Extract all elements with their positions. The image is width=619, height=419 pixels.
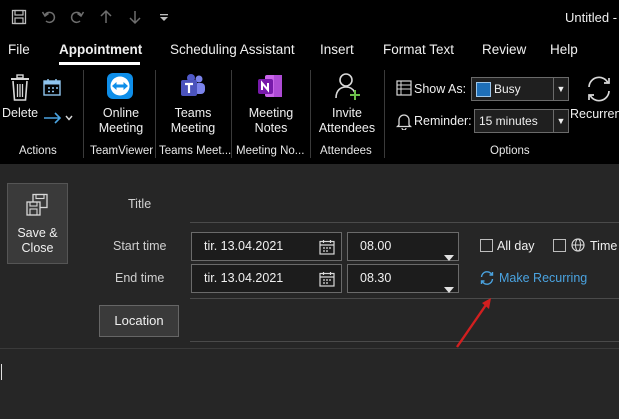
chevron-down-icon: ▼ xyxy=(553,78,568,100)
time-divider xyxy=(190,298,619,299)
start-time-value: 08.00 xyxy=(360,239,392,253)
save-close-label: Save & Close xyxy=(8,226,67,256)
group-label-teamviewer: TeamViewer xyxy=(90,145,154,157)
show-as-value: Busy xyxy=(494,82,521,96)
undo-icon[interactable] xyxy=(40,9,58,27)
title-underline xyxy=(190,222,619,223)
end-time-value: 08.30 xyxy=(360,271,392,285)
location-underline xyxy=(190,341,619,342)
end-time-dropdown[interactable]: 08.30 xyxy=(347,264,459,293)
delete-button[interactable]: Delete xyxy=(2,106,38,121)
tab-file[interactable]: File xyxy=(8,42,30,57)
reminder-value: 15 minutes xyxy=(479,114,538,128)
start-date-picker[interactable]: tir. 13.04.2021 xyxy=(191,232,342,261)
all-day-checkbox[interactable] xyxy=(480,239,493,252)
tab-format-text[interactable]: Format Text xyxy=(383,42,454,57)
group-divider xyxy=(155,70,156,158)
end-time-label: End time xyxy=(115,271,165,285)
recurrence-small-icon[interactable] xyxy=(479,270,495,289)
reminder-dropdown[interactable]: 15 minutes ▼ xyxy=(474,109,569,133)
group-divider xyxy=(310,70,311,158)
title-bar: Untitled - xyxy=(0,0,619,36)
message-body[interactable] xyxy=(0,349,619,419)
tab-help[interactable]: Help xyxy=(550,42,578,57)
busy-swatch xyxy=(476,82,491,97)
recurrence-button[interactable]: Recurrence xyxy=(570,107,619,122)
tab-review[interactable]: Review xyxy=(482,42,526,57)
save-icon[interactable] xyxy=(10,9,28,27)
teams-meeting-label-2: Meeting xyxy=(170,121,216,135)
text-cursor xyxy=(1,364,2,380)
location-input[interactable] xyxy=(190,300,619,340)
group-label-options: Options xyxy=(490,145,530,157)
all-day-label: All day xyxy=(497,239,535,253)
calendar-icon xyxy=(319,238,335,265)
group-label-notes: Meeting No... xyxy=(236,145,305,157)
reminder-label: Reminder: xyxy=(414,114,472,128)
start-date-value: tir. 13.04.2021 xyxy=(204,239,284,253)
invite-attendees-label-2: Attendees xyxy=(318,121,376,135)
ribbon-tabs: File Appointment Scheduling Assistant In… xyxy=(0,36,619,66)
forward-arrow-icon[interactable] xyxy=(43,111,75,128)
title-label: Title xyxy=(128,197,152,211)
start-time-dropdown[interactable]: 08.00 xyxy=(347,232,459,261)
arrow-up-icon[interactable] xyxy=(97,9,115,27)
arrow-down-icon[interactable] xyxy=(126,9,144,27)
teams-icon[interactable] xyxy=(179,72,207,103)
invite-attendees-button[interactable]: Invite Attendees xyxy=(316,106,378,136)
save-close-icon xyxy=(25,193,49,220)
tab-appointment[interactable]: Appointment xyxy=(59,42,142,57)
teams-meeting-label-1: Teams xyxy=(174,106,212,120)
show-as-label: Show As: xyxy=(414,82,467,96)
save-close-button[interactable]: Save & Close xyxy=(7,183,68,264)
tab-insert[interactable]: Insert xyxy=(320,42,354,57)
save-close-label-1: Save & xyxy=(17,226,58,240)
online-meeting-label-2: Meeting xyxy=(98,121,144,135)
calendar-forward-icon[interactable] xyxy=(43,78,61,99)
calendar-icon xyxy=(319,270,335,297)
group-divider xyxy=(231,70,232,158)
group-divider xyxy=(83,70,84,158)
title-input[interactable] xyxy=(190,184,619,222)
end-date-value: tir. 13.04.2021 xyxy=(204,271,284,285)
show-as-dropdown[interactable]: Busy ▼ xyxy=(471,77,569,101)
show-as-icon xyxy=(396,80,412,99)
bell-icon xyxy=(395,112,413,133)
active-tab-indicator xyxy=(59,62,140,65)
recurrence-icon[interactable] xyxy=(584,74,614,107)
customize-toolbar-icon[interactable] xyxy=(155,9,173,27)
time-zones-checkbox[interactable] xyxy=(553,239,566,252)
online-meeting-button[interactable]: Online Meeting xyxy=(96,106,146,136)
make-recurring-link[interactable]: Make Recurring xyxy=(499,271,587,285)
globe-icon xyxy=(571,238,585,255)
location-button[interactable]: Location xyxy=(99,305,179,337)
online-meeting-label-1: Online xyxy=(102,106,140,120)
tab-scheduling-assistant[interactable]: Scheduling Assistant xyxy=(170,42,295,57)
redo-icon[interactable] xyxy=(68,9,86,27)
delete-icon[interactable] xyxy=(9,74,31,105)
group-label-teams: Teams Meet... xyxy=(159,145,232,157)
group-label-actions: Actions xyxy=(19,145,57,157)
end-date-picker[interactable]: tir. 13.04.2021 xyxy=(191,264,342,293)
chevron-down-icon: ▼ xyxy=(553,110,568,132)
onenote-icon[interactable] xyxy=(256,72,284,103)
ribbon: Delete Actions Online Meeting TeamViewer… xyxy=(0,66,619,164)
meeting-notes-label-2: Notes xyxy=(254,121,288,135)
appointment-form: Save & Close Title Start time tir. 13.04… xyxy=(0,164,619,419)
teamviewer-icon[interactable] xyxy=(106,72,134,103)
group-label-attendees: Attendees xyxy=(320,145,372,157)
invite-attendees-label-1: Invite xyxy=(332,106,362,120)
invite-person-icon[interactable] xyxy=(334,71,362,104)
annotation-arrow xyxy=(456,298,491,348)
meeting-notes-label-1: Meeting xyxy=(248,106,294,120)
group-divider xyxy=(384,70,385,158)
save-close-label-2: Close xyxy=(21,241,54,255)
meeting-notes-button[interactable]: Meeting Notes xyxy=(243,106,299,136)
window-title: Untitled - xyxy=(565,10,618,25)
time-zones-label: Time xyxy=(590,239,618,253)
teams-meeting-button[interactable]: Teams Meeting xyxy=(167,106,219,136)
start-time-label: Start time xyxy=(113,239,167,253)
